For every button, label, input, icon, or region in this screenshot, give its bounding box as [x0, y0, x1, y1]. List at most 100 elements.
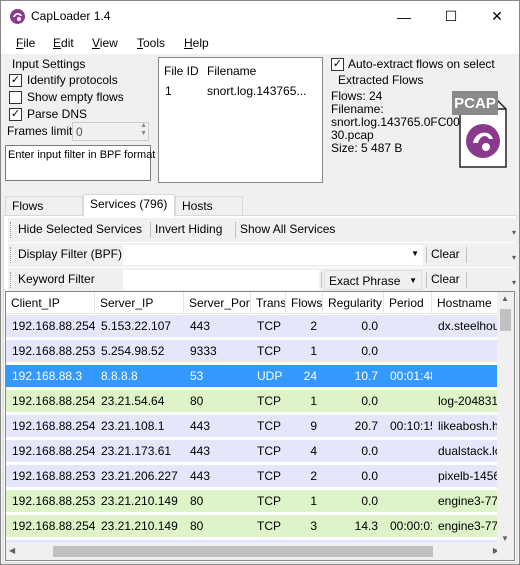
server-ip-cell[interactable]: 23.21.54.64 [95, 390, 184, 412]
filename-cell[interactable]: snort.log.143765... [207, 84, 306, 98]
regularity-cell[interactable]: 0.0 [323, 440, 384, 462]
period-cell[interactable]: 00:10:15 [384, 415, 432, 437]
hide-selected-services-button[interactable]: Hide Selected Services [18, 222, 142, 236]
flows-cell[interactable]: 9 [286, 415, 323, 437]
client-ip-cell[interactable]: 192.168.88.253 [6, 340, 95, 362]
vertical-scroll-thumb[interactable] [500, 309, 511, 331]
scroll-up-icon[interactable]: ▲ [501, 294, 509, 303]
period-cell[interactable] [384, 340, 432, 362]
scroll-down-icon[interactable]: ▼ [501, 534, 509, 543]
transport-cell[interactable]: TCP [251, 465, 286, 487]
auto-extract-checkbox[interactable]: ✓ [331, 58, 344, 71]
chevron-down-icon[interactable]: ▼ [411, 249, 419, 258]
server-ip-cell[interactable]: 23.21.210.149 [95, 515, 184, 537]
parse-dns-checkbox[interactable]: ✓ [9, 108, 22, 121]
regularity-cell[interactable]: 10.7 [323, 365, 384, 387]
transport-cell[interactable]: TCP [251, 390, 286, 412]
file-id-cell[interactable]: 1 [165, 84, 172, 98]
flows-cell[interactable]: 4 [286, 440, 323, 462]
regularity-cell[interactable]: 14.3 [323, 515, 384, 537]
tab-hosts[interactable]: Hosts (617) [175, 196, 243, 227]
hostname-cell[interactable]: likeabosh.hip [432, 415, 502, 437]
menu-file[interactable]: File [16, 36, 35, 50]
regularity-cell[interactable]: 20.7 [323, 415, 384, 437]
client-ip-cell[interactable]: 192.168.88.254 [6, 515, 95, 537]
flows-cell[interactable]: 1 [286, 390, 323, 412]
show-empty-flows-checkbox[interactable] [9, 91, 22, 104]
keyword-filter-input[interactable] [123, 270, 319, 290]
regularity-cell[interactable]: 0.0 [323, 490, 384, 512]
hostname-cell[interactable]: log-20483153 [432, 390, 502, 412]
hostname-cell[interactable]: pixelb-145667 [432, 465, 502, 487]
spinner-arrows-icon[interactable]: ▲ ▼ [140, 122, 147, 138]
regularity-cell[interactable]: 0.0 [323, 390, 384, 412]
server-port-cell[interactable]: 80 [184, 490, 251, 512]
transport-cell[interactable]: TCP [251, 315, 286, 337]
server-port-cell[interactable]: 53 [184, 365, 251, 387]
hostname-cell[interactable]: dx.steelhouse [432, 315, 502, 337]
menu-view[interactable]: View [92, 36, 118, 50]
toolbar-grip[interactable] [10, 222, 13, 238]
transport-cell[interactable]: TCP [251, 490, 286, 512]
client-ip-cell[interactable]: 192.168.88.254 [6, 415, 95, 437]
keyword-mode-dropdown[interactable]: Exact Phrase ▼ [324, 270, 422, 290]
pcap-file-icon[interactable]: PCAP [452, 91, 510, 169]
file-list[interactable]: File ID Filename 1 snort.log.143765... [158, 57, 323, 183]
server-ip-cell[interactable]: 5.153.22.107 [95, 315, 184, 337]
client-ip-cell[interactable]: 192.168.88.254 [6, 390, 95, 412]
period-cell[interactable] [384, 440, 432, 462]
table-row[interactable]: 192.168.88.253 23.21.210.149 80 TCP 1 0.0 engi… [6, 490, 502, 512]
identify-protocols-checkbox[interactable]: ✓ [9, 74, 22, 87]
period-header[interactable]: Period [384, 292, 432, 314]
flows-cell[interactable]: 2 [286, 315, 323, 337]
flows-header[interactable]: Flows [286, 292, 323, 314]
maximize-button[interactable]: ☐ [428, 1, 474, 32]
table-row[interactable]: 192.168.88.253 23.21.206.227 443 TCP 2 0.0 pix… [6, 465, 502, 487]
filename-header[interactable]: Filename [207, 64, 256, 78]
title-bar[interactable]: CapLoader 1.4 — ☐ ✕ [1, 1, 519, 32]
tab-services[interactable]: Services (796) [83, 194, 175, 217]
server-port-cell[interactable]: 80 [184, 515, 251, 537]
server-ip-cell[interactable]: 8.8.8.8 [95, 365, 184, 387]
regularity-cell[interactable]: 0.0 [323, 315, 384, 337]
table-row[interactable]: 192.168.88.254 23.21.210.149 80 TCP 3 14.3 00:… [6, 515, 502, 537]
client-ip-header[interactable]: Client_IP [6, 292, 95, 314]
flows-cell[interactable]: 3 [286, 515, 323, 537]
close-button[interactable]: ✕ [474, 1, 519, 32]
overflow-arrow-icon[interactable]: ▾ [512, 253, 516, 262]
hostname-cell[interactable] [432, 340, 502, 362]
client-ip-cell[interactable]: 192.168.88.3 [6, 365, 95, 387]
vertical-scrollbar[interactable]: ▲ ▼ [497, 292, 514, 545]
server-port-cell[interactable]: 9333 [184, 340, 251, 362]
toolbar-grip[interactable] [10, 247, 13, 263]
minimize-button[interactable]: — [381, 1, 427, 32]
hostname-cell[interactable]: engine3-7745 [432, 490, 502, 512]
client-ip-cell[interactable]: 192.168.88.254 [6, 315, 95, 337]
server-ip-cell[interactable]: 23.21.210.149 [95, 490, 184, 512]
server-port-cell[interactable]: 443 [184, 440, 251, 462]
client-ip-cell[interactable]: 192.168.88.253 [6, 490, 95, 512]
period-cell[interactable] [384, 490, 432, 512]
table-row[interactable]: 192.168.88.254 23.21.54.64 80 TCP 1 0.0 log-20… [6, 390, 502, 412]
transport-cell[interactable]: TCP [251, 415, 286, 437]
table-row[interactable]: 192.168.88.254 23.21.108.1 443 TCP 9 20.7 00:1… [6, 415, 502, 437]
menu-edit[interactable]: Edit [53, 36, 74, 50]
regularity-cell[interactable]: 0.0 [323, 340, 384, 362]
server-port-cell[interactable]: 443 [184, 465, 251, 487]
file-id-header[interactable]: File ID [164, 64, 199, 78]
scroll-left-icon[interactable]: ◀ [9, 546, 15, 555]
transport-header[interactable]: Trans [251, 292, 286, 314]
period-cell[interactable] [384, 465, 432, 487]
server-ip-header[interactable]: Server_IP [95, 292, 184, 314]
client-ip-cell[interactable]: 192.168.88.254 [6, 440, 95, 462]
period-cell[interactable]: 00:01:48 [384, 365, 432, 387]
table-row[interactable]: 192.168.88.254 23.21.173.61 443 TCP 4 0.0 dual… [6, 440, 502, 462]
display-filter-input[interactable]: ▼ [123, 245, 423, 265]
keyword-filter-clear-button[interactable]: Clear [431, 272, 460, 286]
transport-cell[interactable]: TCP [251, 440, 286, 462]
server-port-cell[interactable]: 443 [184, 415, 251, 437]
flows-cell[interactable]: 1 [286, 490, 323, 512]
regularity-header[interactable]: Regularity [323, 292, 384, 314]
bpf-input-filter-field[interactable]: Enter input filter in BPF format [5, 145, 155, 181]
table-row[interactable]: 192.168.88.254 5.153.22.107 443 TCP 2 0.0 dx.s… [6, 315, 502, 337]
